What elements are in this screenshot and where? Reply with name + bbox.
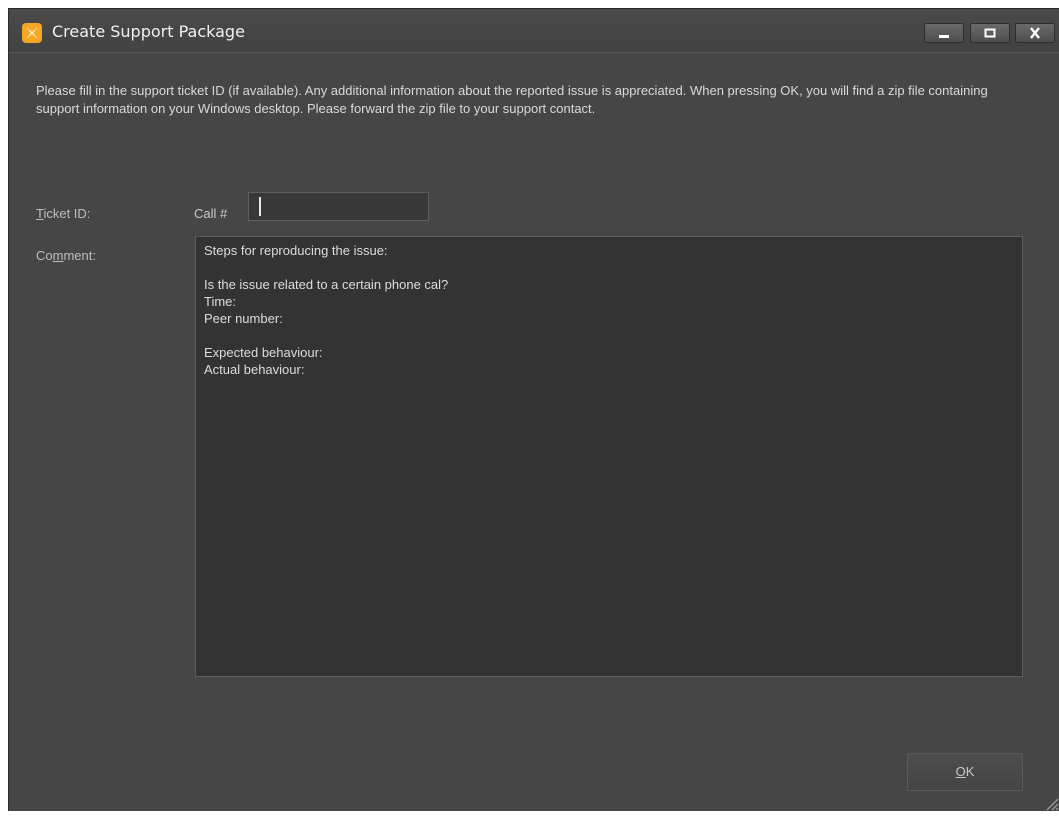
app-logo-icon (22, 23, 42, 43)
title-bar[interactable]: Create Support Package (9, 9, 1059, 53)
resize-grip-icon[interactable] (1043, 795, 1059, 811)
comment-label-post: ment: (63, 248, 96, 263)
ticket-id-label-rest: icket ID: (43, 206, 91, 221)
close-button[interactable] (1015, 23, 1055, 43)
support-package-dialog: Create Support Package Please fill in th… (8, 8, 1059, 811)
call-number-prefix: Call # (194, 206, 228, 221)
ticket-id-label: Ticket ID: (36, 206, 90, 221)
ok-label-rest: K (965, 764, 975, 779)
ticket-id-input[interactable] (248, 192, 429, 221)
ok-mnemonic: O (955, 764, 966, 779)
comment-label-mnemonic: m (52, 248, 64, 263)
window-title: Create Support Package (52, 22, 245, 41)
ok-button[interactable]: OK (907, 753, 1023, 791)
minimize-button[interactable] (924, 23, 964, 43)
text-caret (259, 197, 261, 216)
comment-label: Comment: (36, 248, 96, 263)
instructions-text: Please fill in the support ticket ID (if… (36, 83, 988, 116)
maximize-icon (984, 28, 996, 38)
maximize-button[interactable] (970, 23, 1010, 43)
comment-label-pre: Co (36, 248, 53, 263)
close-icon (1030, 27, 1040, 39)
minimize-icon (939, 35, 949, 38)
comment-textarea[interactable]: Steps for reproducing the issue: Is the … (195, 236, 1023, 677)
